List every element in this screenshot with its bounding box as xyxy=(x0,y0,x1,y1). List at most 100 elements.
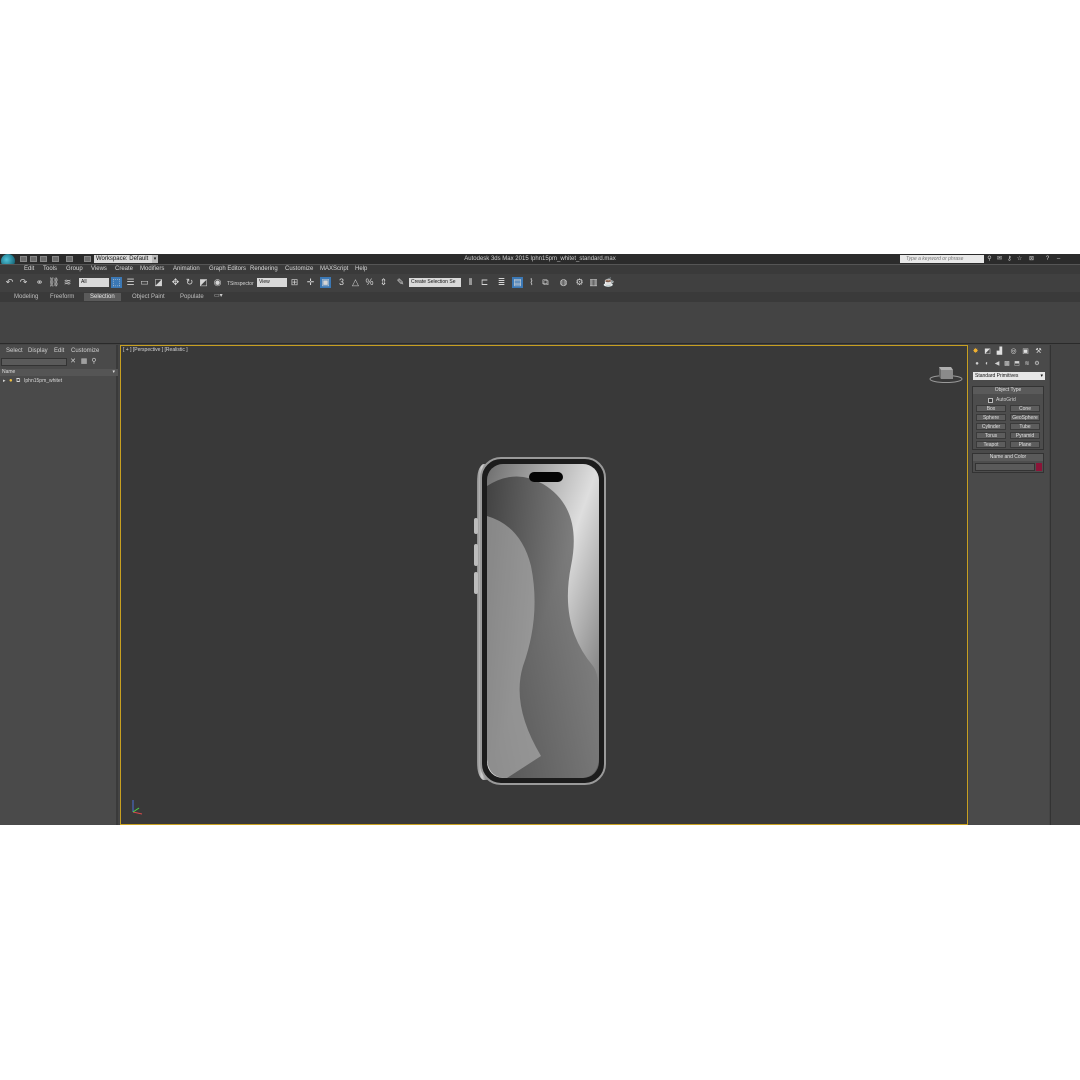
display-tab-icon[interactable]: ▣ xyxy=(1021,347,1030,356)
layer-manager-icon[interactable]: ≣ xyxy=(496,277,507,288)
viewport-label[interactable]: [ + ] [Perspective ] [Realistic ] xyxy=(123,347,188,354)
place-icon[interactable]: ◉ xyxy=(212,277,223,288)
communication-center-icon[interactable]: ✉ xyxy=(996,256,1003,262)
geometry-icon[interactable]: ● xyxy=(973,360,981,368)
select-by-name-icon[interactable]: ☰ xyxy=(125,277,136,288)
cameras-icon[interactable]: ▩ xyxy=(1003,360,1011,368)
name-and-color-title[interactable]: Name and Color xyxy=(973,454,1043,461)
perspective-viewport[interactable]: [ + ] [Perspective ] [Realistic ] xyxy=(120,345,968,825)
hierarchy-tab-icon[interactable]: ▟ xyxy=(995,347,1004,356)
pyramid-button[interactable]: Pyramid xyxy=(1010,432,1040,439)
clear-search-icon[interactable]: ✕ xyxy=(69,358,77,366)
object-name-input[interactable] xyxy=(975,463,1035,471)
material-editor-icon[interactable]: ◍ xyxy=(558,277,569,288)
angle-snap-icon[interactable]: △ xyxy=(350,277,361,288)
menu-graph-editors[interactable]: Graph Editors xyxy=(209,265,246,274)
modify-tab-icon[interactable]: ◩ xyxy=(983,347,992,356)
move-icon[interactable]: ✥ xyxy=(170,277,181,288)
minimize-icon[interactable]: – xyxy=(1055,256,1062,262)
help-search-input[interactable]: Type a keyword or phrase xyxy=(900,255,984,263)
rectangular-selection-icon[interactable]: ▭ xyxy=(139,277,150,288)
filter-icon[interactable]: ▦ xyxy=(80,358,88,366)
scene-menu-select[interactable]: Select xyxy=(6,347,23,355)
viewcube-icon[interactable] xyxy=(929,361,963,385)
helpers-icon[interactable]: ⬒ xyxy=(1013,360,1021,368)
menu-group[interactable]: Group xyxy=(66,265,83,274)
redo-icon[interactable]: ↷ xyxy=(18,277,29,288)
primitive-category-dropdown[interactable]: Standard Primitives ▾ xyxy=(973,372,1045,380)
name-column-header[interactable]: Name ▾ xyxy=(0,369,118,376)
select-and-link-icon[interactable]: ⚭ xyxy=(34,277,45,288)
percent-snap-icon[interactable]: % xyxy=(364,277,375,288)
menu-rendering[interactable]: Rendering xyxy=(250,265,278,274)
undo-icon[interactable]: ↶ xyxy=(4,277,15,288)
graphite-toolbar-icon[interactable]: ▤ xyxy=(512,277,523,288)
edit-named-selection-icon[interactable]: ✎ xyxy=(395,277,406,288)
shapes-icon[interactable]: ◐ xyxy=(983,360,991,368)
tab-modeling[interactable]: Modeling xyxy=(8,293,44,301)
search-binoculars-icon[interactable]: ⚲ xyxy=(986,256,993,262)
menu-customize[interactable]: Customize xyxy=(285,265,313,274)
menu-create[interactable]: Create xyxy=(115,265,133,274)
snaps-toggle-icon[interactable]: 3 xyxy=(336,277,347,288)
render-setup-icon[interactable]: ⚙ xyxy=(574,277,585,288)
scale-icon[interactable]: ◩ xyxy=(198,277,209,288)
systems-icon[interactable]: ⚙ xyxy=(1033,360,1041,368)
scene-menu-customize[interactable]: Customize xyxy=(71,347,99,355)
lights-icon[interactable]: ◀ xyxy=(993,360,1001,368)
rendered-frame-window-icon[interactable]: ▥ xyxy=(588,277,599,288)
keyboard-shortcut-override-icon[interactable]: ▣ xyxy=(320,277,331,288)
autogrid-checkbox[interactable] xyxy=(988,398,993,403)
spinner-snap-icon[interactable]: ⇕ xyxy=(378,277,389,288)
select-object-icon[interactable]: ⬚ xyxy=(111,277,122,288)
phone-3d-model[interactable] xyxy=(471,456,607,788)
named-selection-sets-dropdown[interactable]: Create Selection Se xyxy=(409,278,461,287)
expand-arrow-icon[interactable]: ▸ xyxy=(3,377,6,385)
menu-animation[interactable]: Animation xyxy=(173,265,200,274)
object-type-title[interactable]: Object Type xyxy=(973,387,1043,394)
select-manipulate-icon[interactable]: ✛ xyxy=(305,277,316,288)
menu-maxscript[interactable]: MAXScript xyxy=(320,265,348,274)
scene-menu-edit[interactable]: Edit xyxy=(54,347,64,355)
tab-object-paint[interactable]: Object Paint xyxy=(126,293,171,301)
create-tab-icon[interactable]: ✸ xyxy=(971,347,980,356)
plane-button[interactable]: Plane xyxy=(1010,441,1040,448)
find-icon[interactable]: ⚲ xyxy=(90,358,98,366)
tab-selection[interactable]: Selection xyxy=(84,293,121,301)
sphere-button[interactable]: Sphere xyxy=(976,414,1006,421)
teapot-button[interactable]: Teapot xyxy=(976,441,1006,448)
tube-button[interactable]: Tube xyxy=(1010,423,1040,430)
pivot-center-icon[interactable]: ⊞ xyxy=(289,277,300,288)
render-teapot-icon[interactable]: ☕ xyxy=(603,277,614,288)
space-warps-icon[interactable]: ≋ xyxy=(1023,360,1031,368)
motion-tab-icon[interactable]: ◎ xyxy=(1009,347,1018,356)
command-panel-scroll-area[interactable] xyxy=(1050,345,1080,825)
help-icon[interactable]: ? xyxy=(1044,256,1051,262)
object-color-swatch[interactable] xyxy=(1036,463,1042,471)
cylinder-button[interactable]: Cylinder xyxy=(976,423,1006,430)
cone-button[interactable]: Cone xyxy=(1010,405,1040,412)
menu-help[interactable]: Help xyxy=(355,265,367,274)
reference-coordinate-dropdown[interactable]: View xyxy=(257,278,287,287)
geosphere-button[interactable]: GeoSphere xyxy=(1010,414,1040,421)
window-crossing-icon[interactable]: ◪ xyxy=(153,277,164,288)
selection-filter-dropdown[interactable]: All xyxy=(79,278,109,287)
schematic-view-icon[interactable]: ⧉ xyxy=(540,277,551,288)
menu-views[interactable]: Views xyxy=(91,265,107,274)
scene-object-row[interactable]: ▸ ● ⧉ Iphn15pm_whitet xyxy=(0,377,118,385)
rotate-icon[interactable]: ↻ xyxy=(184,277,195,288)
scene-search-input[interactable] xyxy=(1,358,67,366)
tab-freeform[interactable]: Freeform xyxy=(44,293,80,301)
torus-button[interactable]: Torus xyxy=(976,432,1006,439)
utilities-tab-icon[interactable]: ⚒ xyxy=(1034,347,1043,356)
menu-modifiers[interactable]: Modifiers xyxy=(140,265,164,274)
align-icon[interactable]: ⊏ xyxy=(479,277,490,288)
curve-editor-icon[interactable]: ⌇ xyxy=(526,277,537,288)
tsinspector-label[interactable]: TSinspector xyxy=(227,281,254,287)
exchange-icon[interactable]: ⊠ xyxy=(1028,256,1035,262)
box-button[interactable]: Box xyxy=(976,405,1006,412)
key-icon[interactable]: ⚷ xyxy=(1006,256,1013,262)
tab-populate[interactable]: Populate xyxy=(174,293,210,301)
menu-edit[interactable]: Edit xyxy=(24,265,34,274)
scene-menu-display[interactable]: Display xyxy=(28,347,48,355)
